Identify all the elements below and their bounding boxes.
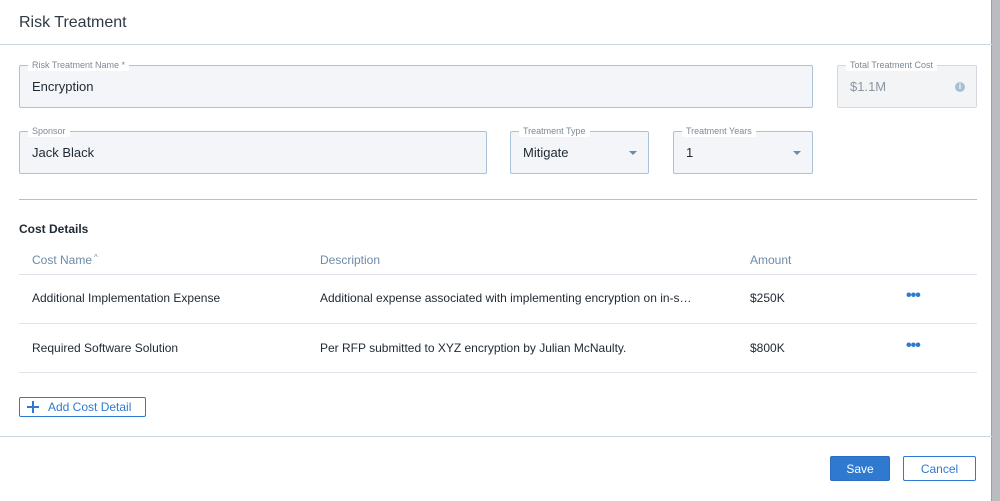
dialog-header: Risk Treatment: [0, 0, 992, 45]
treatment-name-value: Encryption: [32, 79, 94, 94]
row-1-description: Additional expense associated with imple…: [320, 291, 692, 305]
row-2-more-horizontal-icon[interactable]: •••: [906, 338, 921, 354]
column-header-amount[interactable]: Amount: [750, 253, 791, 267]
cost-details-title: Cost Details: [19, 222, 89, 236]
total-treatment-cost-value: $1.1M: [850, 79, 887, 94]
total-treatment-cost-field: Total Treatment Cost $1.1M i: [837, 60, 977, 108]
row-divider: [19, 323, 977, 324]
sort-ascending-icon: ^: [94, 253, 98, 262]
column-header-description[interactable]: Description: [320, 253, 380, 267]
row-2-amount: $800K: [750, 341, 785, 355]
save-button[interactable]: Save: [830, 456, 890, 481]
table-header-divider: [19, 274, 977, 275]
column-header-cost-name[interactable]: Cost Name ^: [32, 253, 98, 267]
chevron-down-icon: [793, 150, 801, 155]
sponsor-value: Jack Black: [32, 145, 95, 160]
row-2-description: Per RFP submitted to XYZ encryption by J…: [320, 341, 627, 355]
info-icon[interactable]: i: [955, 81, 965, 92]
row-1-more-horizontal-icon[interactable]: •••: [906, 288, 921, 304]
treatment-name-field[interactable]: Risk Treatment Name * Encryption: [19, 60, 813, 108]
footer-divider: [0, 436, 992, 437]
row-1-cost-name: Additional Implementation Expense: [32, 291, 221, 305]
row-divider: [19, 372, 977, 373]
dialog-title: Risk Treatment: [19, 14, 127, 31]
row-2-cost-name: Required Software Solution: [32, 341, 179, 355]
section-divider: [19, 199, 977, 200]
add-cost-detail-button[interactable]: Add Cost Detail: [19, 397, 146, 417]
chevron-down-icon: [629, 150, 637, 155]
cost-name-header-label: Cost Name: [32, 253, 93, 267]
sponsor-field[interactable]: Sponsor Jack Black: [19, 126, 487, 174]
treatment-years-select[interactable]: Treatment Years 1: [673, 126, 813, 174]
row-1-amount: $250K: [750, 291, 785, 305]
plus-icon: [27, 401, 39, 413]
cancel-button[interactable]: Cancel: [903, 456, 976, 481]
treatment-years-value: 1: [686, 145, 694, 160]
treatment-type-select[interactable]: Treatment Type Mitigate: [510, 126, 649, 174]
add-cost-detail-label: Add Cost Detail: [48, 400, 132, 414]
risk-treatment-dialog: Risk Treatment Risk Treatment Name * Enc…: [0, 0, 992, 501]
treatment-type-value: Mitigate: [523, 145, 569, 160]
